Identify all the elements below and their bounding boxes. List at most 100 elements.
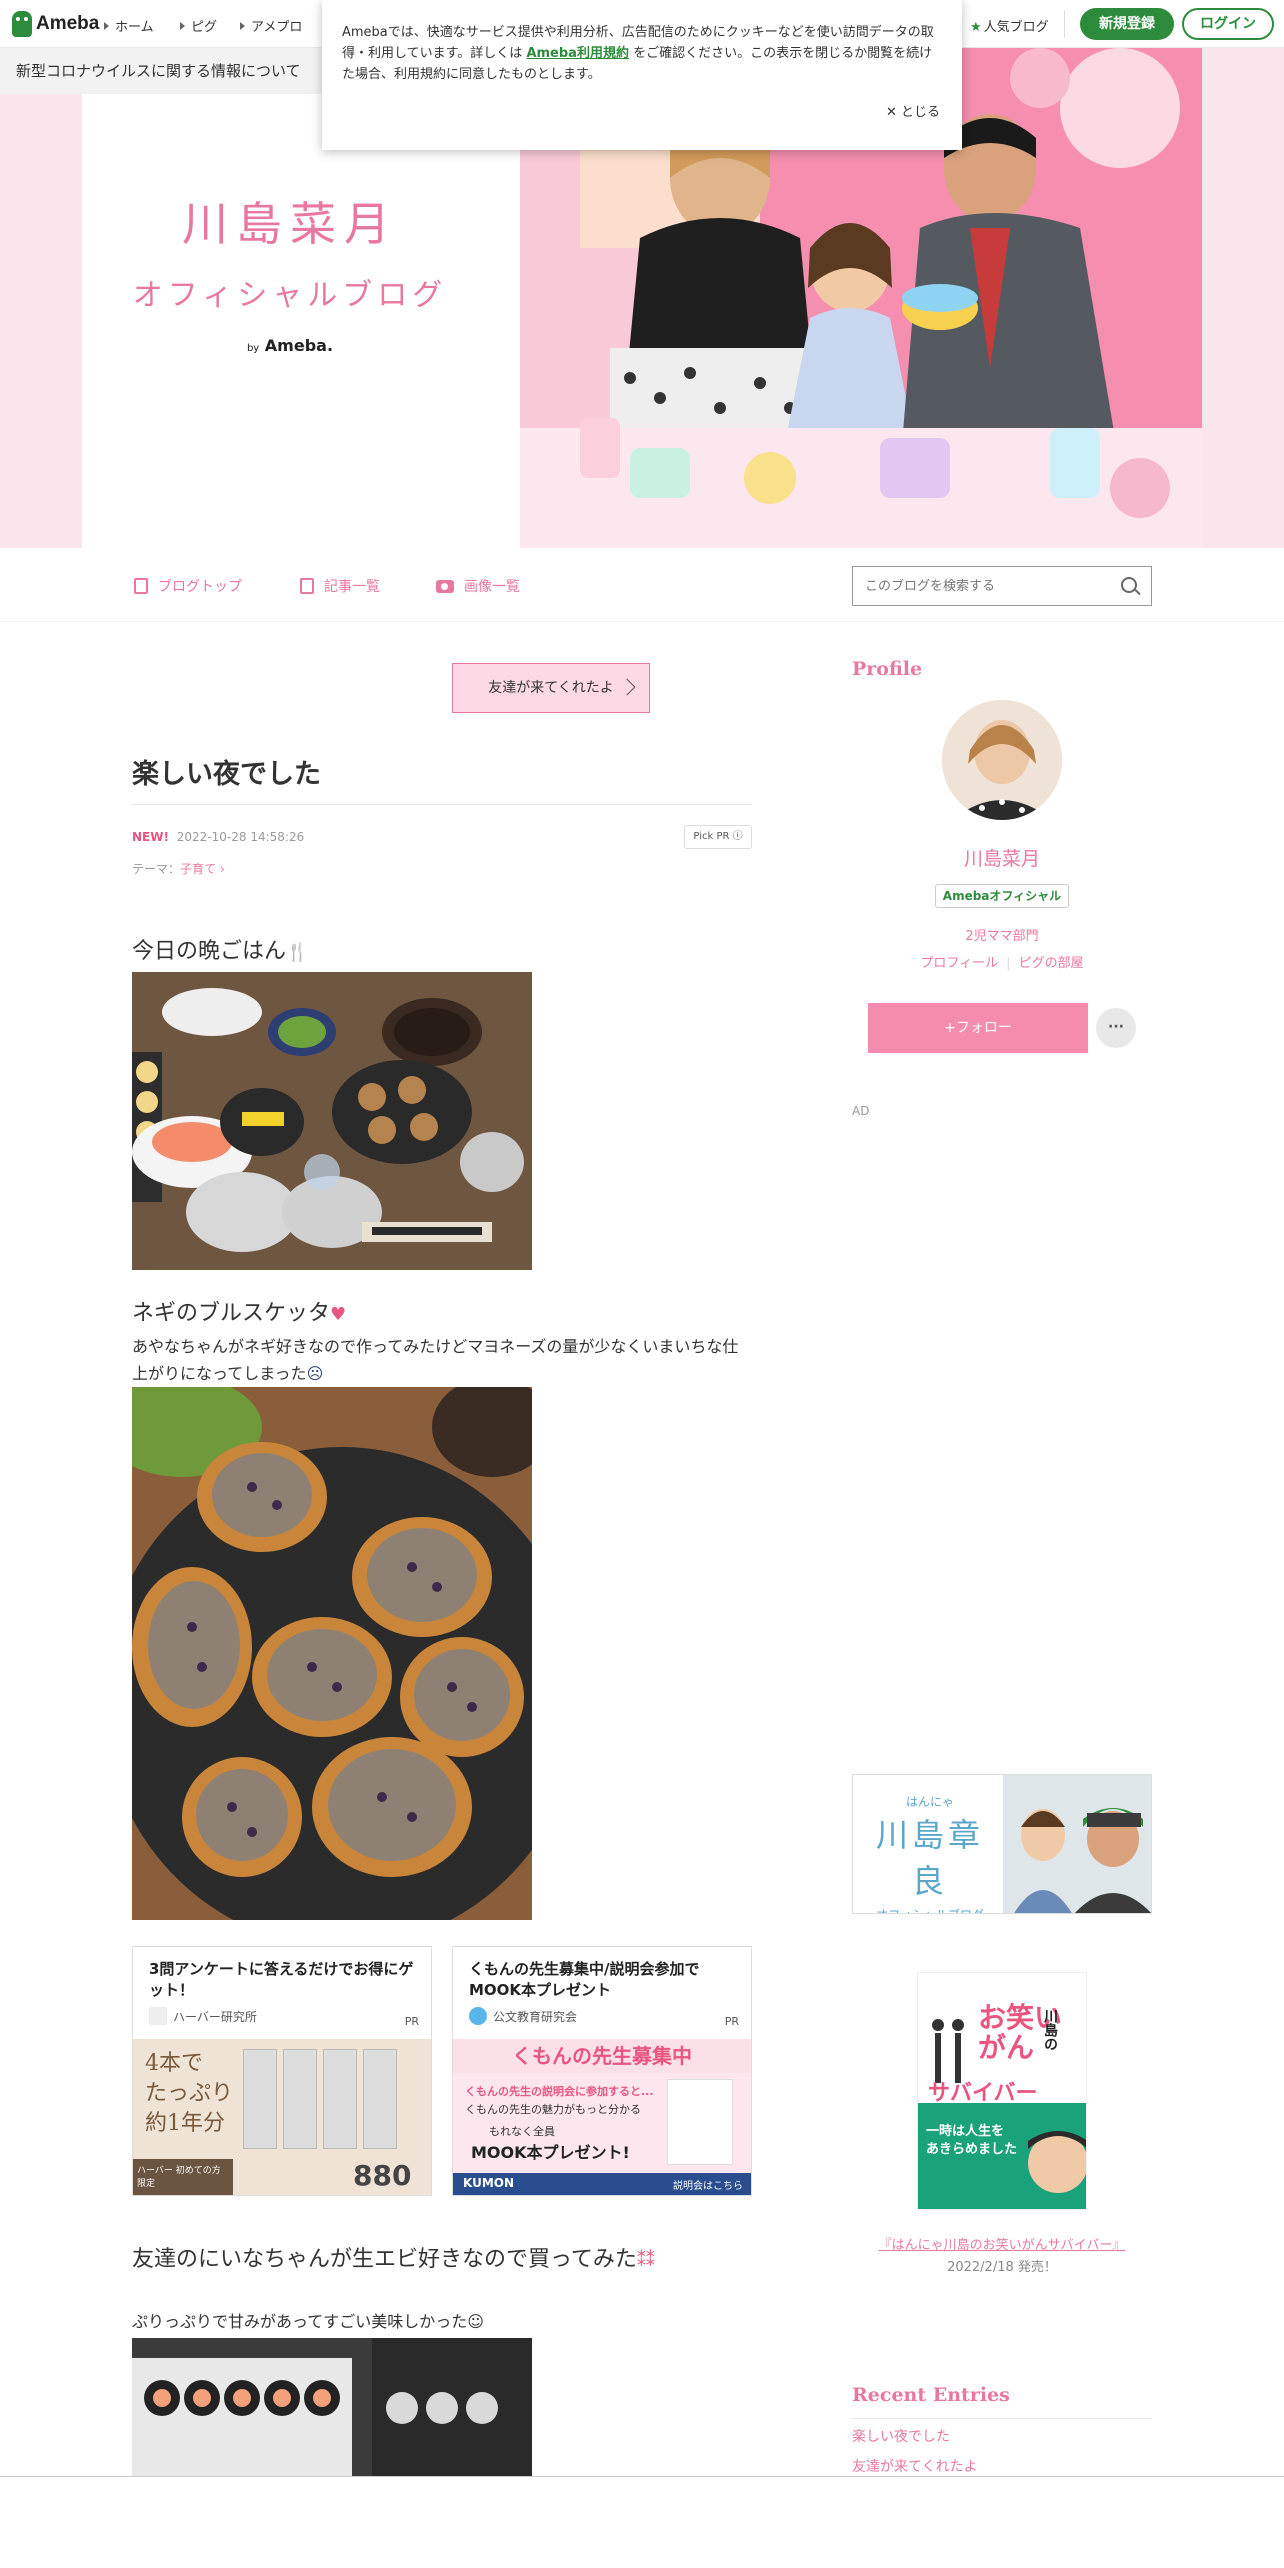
book-cover[interactable]: お笑い がん サバイバー 川島の 一時は人生を あきらめました — [917, 1972, 1087, 2210]
follow-button[interactable]: +フォロー — [868, 1003, 1088, 1053]
product-bottle — [323, 2049, 357, 2149]
ad-footer-bar: KUMON 説明会はこちら — [453, 2173, 751, 2195]
ad-image-line4: MOOK本プレゼント! — [471, 2143, 630, 2162]
kawashima-akiyoshi-blog-banner[interactable]: はんにゃ 川島章良 オフィシャルブログ — [852, 1774, 1152, 1914]
profile-link[interactable]: プロフィール — [920, 956, 998, 971]
divider — [1064, 10, 1065, 38]
pick-pr-badge[interactable]: Pick PR ⓘ — [684, 825, 752, 849]
nav-blog-top[interactable]: ブログトップ — [134, 576, 242, 596]
mook-book-image — [667, 2079, 733, 2165]
ad-card-harbor[interactable]: 3問アンケートに答えるだけでお得にゲット！ ハーバー研究所 PR 4本で たっぷ… — [132, 1946, 432, 2196]
sushi-photo[interactable] — [132, 2338, 532, 2476]
ad-title: 3問アンケートに答えるだけでお得にゲット！ — [149, 1960, 414, 1999]
ad-cta: 説明会はこちら — [673, 2181, 743, 2192]
pr-label: PR — [404, 2015, 419, 2028]
ad-image-line2: くもんの先生の魅力がもっと分かる — [465, 2103, 641, 2116]
nav-entry-list[interactable]: 記事一覧 — [300, 576, 380, 596]
sparkle-emoji-icon: ⁑⁑ — [636, 2250, 655, 2271]
blog-title-name: 川島菜月 — [182, 197, 398, 251]
page-bottom-divider — [0, 2476, 1284, 2477]
entry-theme[interactable]: テーマ：子育て › — [132, 860, 225, 877]
kumon-brand: KUMON — [463, 2176, 515, 2190]
ad-image-line3: 約1年分 — [145, 2111, 225, 2136]
copy-icon — [300, 578, 314, 594]
divider — [132, 804, 752, 805]
ad-source: ハーバー研究所 — [149, 2007, 257, 2025]
previous-entry-label: 友達が来てくれたよ — [488, 680, 614, 696]
entry-title[interactable]: 楽しい夜でした — [132, 752, 321, 791]
camera-icon — [436, 579, 454, 593]
search-icon[interactable] — [1121, 577, 1137, 593]
login-button[interactable]: ログイン — [1182, 8, 1274, 40]
by-ameba: by Ameba. — [100, 336, 480, 355]
blog-search-input[interactable] — [853, 567, 1103, 605]
pr-label: PR — [724, 2015, 739, 2028]
entry-text-shrimp: 友達のにいなちゃんが生エビ好きなので買ってみた — [132, 2247, 637, 2272]
blog-search — [852, 566, 1152, 606]
cookie-terms-link[interactable]: Ameba利用規約 — [526, 46, 629, 61]
sushi-illustration — [132, 2338, 532, 2476]
by-label: by — [246, 343, 260, 354]
theme-label: テーマ： — [132, 862, 181, 876]
entry-text-dinner: 今日の晩ごはん — [132, 939, 287, 964]
entry-paragraph: 今日の晩ごはん🍴 — [132, 938, 308, 967]
book-band-line1: 一時は人生を — [926, 2124, 1005, 2139]
ad-image-line3: もれなく全員 — [489, 2125, 555, 2138]
by-brand: Ameba. — [264, 336, 334, 355]
kumon-logo-icon — [469, 2007, 487, 2025]
ameba-logo-text: Ameba — [36, 13, 100, 34]
profile-name[interactable]: 川島菜月 — [852, 844, 1152, 871]
nav-image-list-label: 画像一覧 — [464, 579, 520, 595]
book-band-line2: あきらめました — [926, 2142, 1018, 2157]
entry-text-bruschetta-comment: あやなちゃんがネギ好きなので作ってみたけどマヨネーズの量が少なくいまいちな仕上が… — [132, 1337, 739, 1383]
bruschetta-illustration — [132, 1387, 532, 1920]
bruschetta-photo[interactable] — [132, 1387, 532, 1920]
ad-label: AD — [852, 1104, 870, 1118]
entry-paragraph: ネギのブルスケッタ♥ — [132, 1300, 346, 1329]
nav-pigg[interactable]: ピグ — [180, 16, 217, 35]
banner-top-text: はんにゃ — [905, 1795, 954, 1809]
theme-value: 子育て — [180, 862, 217, 876]
sad-face-emoji-icon: ☹ — [306, 1364, 324, 1383]
profile-heading: Profile — [852, 658, 923, 680]
entry-date: 2022-10-28 14:58:26 — [176, 830, 305, 844]
entry-text-shrimp-comment: ぷりっぷりで甘みがあってすごい美味しかった — [132, 2312, 468, 2331]
blog-title-sub: オフィシャルブログ — [132, 278, 448, 313]
entry-text-bruschetta: ネギのブルスケッタ — [132, 1301, 331, 1326]
product-bottle — [243, 2049, 277, 2149]
profile-links: プロフィール | ピグの部屋 — [852, 952, 1152, 971]
profile-description[interactable]: 2児ママ部門 — [852, 925, 1152, 944]
blog-title[interactable]: 川島菜月 オフィシャルブログ by Ameba. — [100, 188, 480, 355]
nav-home[interactable]: ホーム — [104, 16, 154, 35]
ad-image-line2: たっぷり — [145, 2081, 234, 2106]
covid-info-banner[interactable]: 新型コロナウイルスに関する情報について — [0, 48, 322, 94]
recent-entry-link[interactable]: 友達が来てくれたよ — [852, 2456, 978, 2476]
previous-entry-button[interactable]: 友達が来てくれたよ — [452, 663, 650, 713]
banner-name: 川島章良 — [875, 1816, 984, 1900]
book-link[interactable]: 『はんにゃ川島のお笑いがんサバイバー』 — [852, 2234, 1152, 2253]
avatar[interactable] — [942, 700, 1062, 820]
ad-card-kumon[interactable]: くもんの先生募集中/説明会参加でMOOK本プレゼント 公文教育研究会 PR くも… — [452, 1946, 752, 2196]
nav-amepro[interactable]: アメプロ — [240, 16, 302, 35]
popular-blogs-link[interactable]: ★ 人気ブログ — [970, 16, 1049, 35]
signup-button[interactable]: 新規登録 — [1080, 8, 1174, 40]
cookie-close-button[interactable]: ✕ とじる — [886, 102, 940, 123]
document-icon — [134, 578, 148, 594]
pigg-room-link[interactable]: ピグの部屋 — [1019, 956, 1084, 971]
product-bottle — [283, 2049, 317, 2149]
avatar-illustration — [942, 700, 1062, 820]
ad-image-line1: くもんの先生の説明会に参加すると... — [465, 2085, 654, 2098]
chevron-right-icon — [618, 678, 636, 696]
divider — [852, 2418, 1152, 2419]
more-options-button[interactable]: ··· — [1096, 1008, 1136, 1048]
dinner-table-photo[interactable] — [132, 972, 532, 1270]
ad-image-line1: 4本で — [145, 2051, 203, 2076]
nav-image-list[interactable]: 画像一覧 — [436, 576, 520, 596]
ameba-mascot-icon — [12, 11, 32, 37]
link-separator: | — [1006, 956, 1011, 971]
ameba-logo[interactable]: Ameba — [12, 10, 99, 38]
star-icon: ★ — [970, 20, 982, 35]
entry-paragraph: 友達のにいなちゃんが生エビ好きなので買ってみた⁑⁑ — [132, 2246, 752, 2275]
recent-entry-link[interactable]: 楽しい夜でした — [852, 2426, 950, 2446]
ad-source: 公文教育研究会 — [469, 2007, 577, 2025]
